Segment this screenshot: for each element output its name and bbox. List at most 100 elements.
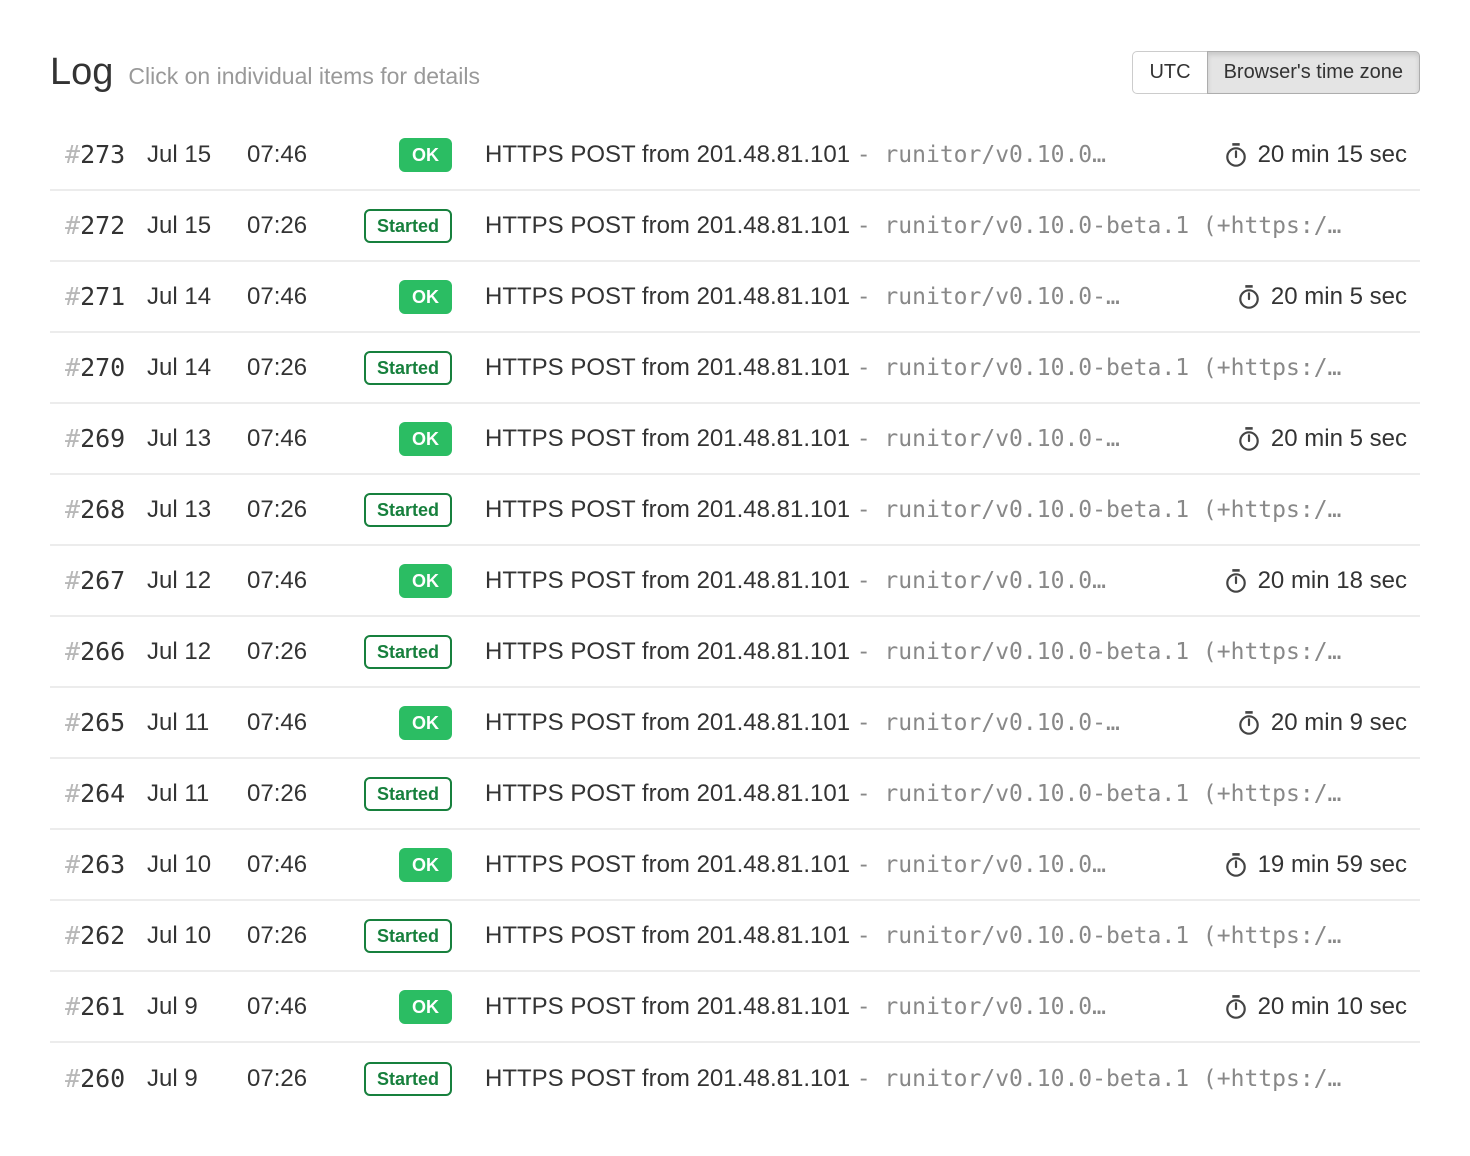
entry-number-value: 260 [80,1064,125,1093]
event-text: HTTPS POST from 201.48.81.101 [485,1065,850,1092]
log-row[interactable]: #266 Jul 12 07:26 Started HTTPS POST fro… [50,617,1420,688]
entry-time: 07:26 [247,780,347,808]
stopwatch-icon [1223,994,1249,1020]
browser-timezone-button[interactable]: Browser's time zone [1207,51,1420,94]
log-row[interactable]: #265 Jul 11 07:46 OK HTTPS POST from 201… [50,688,1420,759]
status-badge: Started [364,777,452,811]
status-cell: OK [347,990,462,1024]
entry-number-hash: # [65,850,80,879]
entry-time: 07:46 [247,851,347,879]
user-agent-text: - runitor/v0.10.0-… [857,284,1120,310]
log-row[interactable]: #271 Jul 14 07:46 OK HTTPS POST from 201… [50,262,1420,333]
event-text: HTTPS POST from 201.48.81.101 [485,780,850,807]
log-row[interactable]: #260 Jul 9 07:26 Started HTTPS POST from… [50,1043,1420,1114]
event-description: HTTPS POST from 201.48.81.101 - runitor/… [462,922,1356,950]
user-agent-text: - runitor/v0.10.0-beta.1 (+https:/… [857,781,1342,807]
user-agent-text: - runitor/v0.10.0-beta.1 (+https:/… [857,497,1342,523]
event-description: HTTPS POST from 201.48.81.101 - runitor/… [462,709,1220,737]
entry-number-value: 267 [80,566,125,595]
status-cell: OK [347,706,462,740]
stopwatch-icon [1236,426,1262,452]
entry-number: #263 [50,850,147,879]
entry-date: Jul 13 [147,425,247,453]
status-cell: Started [347,209,462,243]
user-agent-text: - runitor/v0.10.0… [857,142,1106,168]
duration-text: 20 min 10 sec [1258,993,1407,1021]
status-badge: Started [364,635,452,669]
entry-number-value: 271 [80,282,125,311]
entry-time: 07:26 [247,354,347,382]
entry-time: 07:26 [247,1065,347,1093]
stopwatch-icon [1236,284,1262,310]
entry-number-hash: # [65,566,80,595]
entry-date: Jul 9 [147,1065,247,1093]
event-description: HTTPS POST from 201.48.81.101 - runitor/… [462,141,1207,169]
log-row[interactable]: #263 Jul 10 07:46 OK HTTPS POST from 201… [50,830,1420,901]
event-text: HTTPS POST from 201.48.81.101 [485,425,850,452]
status-badge: OK [399,848,452,882]
entry-number-hash: # [65,495,80,524]
event-text: HTTPS POST from 201.48.81.101 [485,638,850,665]
entry-time: 07:46 [247,709,347,737]
event-text: HTTPS POST from 201.48.81.101 [485,922,850,949]
status-cell: OK [347,848,462,882]
duration: 20 min 10 sec [1207,993,1420,1021]
stopwatch-icon [1223,568,1249,594]
entry-number: #272 [50,211,147,240]
event-description: HTTPS POST from 201.48.81.101 - runitor/… [462,283,1220,311]
entry-number-value: 272 [80,211,125,240]
entry-time: 07:46 [247,283,347,311]
event-text: HTTPS POST from 201.48.81.101 [485,496,850,523]
entry-number-value: 268 [80,495,125,524]
entry-number-hash: # [65,708,80,737]
duration-text: 20 min 18 sec [1258,567,1407,595]
event-description: HTTPS POST from 201.48.81.101 - runitor/… [462,851,1207,879]
status-cell: OK [347,564,462,598]
log-row[interactable]: #269 Jul 13 07:46 OK HTTPS POST from 201… [50,404,1420,475]
entry-number-value: 273 [80,140,125,169]
entry-number: #260 [50,1064,147,1093]
event-text: HTTPS POST from 201.48.81.101 [485,709,850,736]
status-cell: OK [347,138,462,172]
utc-button[interactable]: UTC [1132,51,1207,94]
log-row[interactable]: #261 Jul 9 07:46 OK HTTPS POST from 201.… [50,972,1420,1043]
log-page: Log Click on individual items for detail… [0,0,1470,1156]
entry-number-hash: # [65,140,80,169]
log-row[interactable]: #267 Jul 12 07:46 OK HTTPS POST from 201… [50,546,1420,617]
entry-date: Jul 12 [147,567,247,595]
event-description: HTTPS POST from 201.48.81.101 - runitor/… [462,780,1356,808]
entry-time: 07:46 [247,567,347,595]
entry-date: Jul 14 [147,283,247,311]
entry-time: 07:46 [247,993,347,1021]
entry-number-value: 265 [80,708,125,737]
log-row[interactable]: #268 Jul 13 07:26 Started HTTPS POST fro… [50,475,1420,546]
title-group: Log Click on individual items for detail… [50,53,480,91]
log-row[interactable]: #270 Jul 14 07:26 Started HTTPS POST fro… [50,333,1420,404]
duration: 20 min 9 sec [1220,709,1420,737]
event-description: HTTPS POST from 201.48.81.101 - runitor/… [462,354,1356,382]
entry-number-value: 261 [80,992,125,1021]
entry-time: 07:26 [247,638,347,666]
entry-date: Jul 15 [147,141,247,169]
log-row[interactable]: #262 Jul 10 07:26 Started HTTPS POST fro… [50,901,1420,972]
duration: 20 min 18 sec [1207,567,1420,595]
event-text: HTTPS POST from 201.48.81.101 [485,283,850,310]
status-badge: OK [399,564,452,598]
user-agent-text: - runitor/v0.10.0… [857,568,1106,594]
entry-date: Jul 11 [147,709,247,737]
entry-time: 07:26 [247,496,347,524]
page-header: Log Click on individual items for detail… [50,48,1420,96]
log-row[interactable]: #273 Jul 15 07:46 OK HTTPS POST from 201… [50,120,1420,191]
user-agent-text: - runitor/v0.10.0-beta.1 (+https:/… [857,923,1342,949]
entry-number: #262 [50,921,147,950]
user-agent-text: - runitor/v0.10.0-… [857,426,1120,452]
log-row[interactable]: #272 Jul 15 07:26 Started HTTPS POST fro… [50,191,1420,262]
entry-number-hash: # [65,921,80,950]
entry-time: 07:26 [247,922,347,950]
log-row[interactable]: #264 Jul 11 07:26 Started HTTPS POST fro… [50,759,1420,830]
user-agent-text: - runitor/v0.10.0-beta.1 (+https:/… [857,355,1342,381]
status-badge: Started [364,493,452,527]
entry-number-hash: # [65,637,80,666]
entry-time: 07:46 [247,141,347,169]
status-badge: OK [399,990,452,1024]
